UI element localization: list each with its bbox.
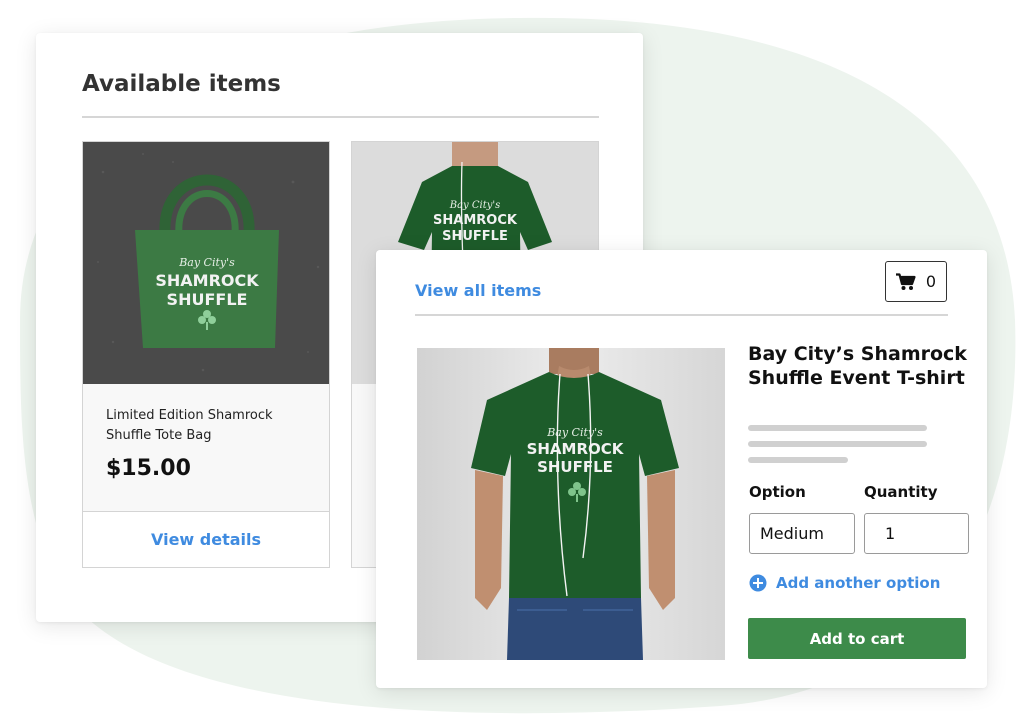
product-price: $15.00 <box>106 456 191 481</box>
product-detail-panel: View all items 0 Bay City's SHAMROCK SHU… <box>376 250 987 688</box>
description-placeholder-line <box>748 457 848 463</box>
tshirt-product-image: Bay City's SHAMROCK SHUFFLE <box>417 348 725 660</box>
add-another-option-label: Add another option <box>776 574 941 592</box>
product-tile-tote-bag[interactable]: Bay City's SHAMROCK SHUFFLE Limited Edit… <box>82 141 330 568</box>
divider <box>82 116 599 118</box>
product-name: Limited Edition Shamrock Shuffle Tote Ba… <box>106 408 273 443</box>
quantity-input-value: 1 <box>885 524 896 543</box>
option-select[interactable]: Medium <box>749 513 855 554</box>
cart-icon <box>895 272 916 290</box>
print-line-1: Bay City's <box>178 256 235 269</box>
option-select-value: Medium <box>760 524 824 543</box>
option-label: Option <box>749 483 806 501</box>
tote-bag-image: Bay City's SHAMROCK SHUFFLE <box>83 142 329 384</box>
page-title: Available items <box>82 71 281 97</box>
print-line-3: SHUFFLE <box>167 290 248 309</box>
quantity-input[interactable]: 1 <box>864 513 969 554</box>
tile-footer: View details <box>83 511 329 567</box>
print-line-2: SHAMROCK <box>433 213 518 228</box>
cart-count: 0 <box>925 272 937 291</box>
print-line-3: SHUFFLE <box>537 458 613 476</box>
view-all-items-link[interactable]: View all items <box>415 281 541 300</box>
print-line-3: SHUFFLE <box>442 229 508 244</box>
print-line-1: Bay City's <box>546 426 603 439</box>
cart-button[interactable]: 0 <box>885 261 947 302</box>
view-details-link[interactable]: View details <box>151 530 261 549</box>
quantity-label: Quantity <box>864 483 938 501</box>
add-another-option-link[interactable]: Add another option <box>749 574 940 592</box>
description-placeholder-line <box>748 441 927 447</box>
product-title: Bay City’s Shamrock Shuffle Event T-shir… <box>748 343 967 389</box>
plus-circle-icon <box>749 574 767 592</box>
print-line-1: Bay City's <box>449 200 501 211</box>
add-to-cart-button[interactable]: Add to cart <box>748 618 966 659</box>
print-line-2: SHAMROCK <box>527 440 625 458</box>
print-line-2: SHAMROCK <box>155 271 259 290</box>
divider <box>415 314 948 316</box>
description-placeholder-line <box>748 425 927 431</box>
